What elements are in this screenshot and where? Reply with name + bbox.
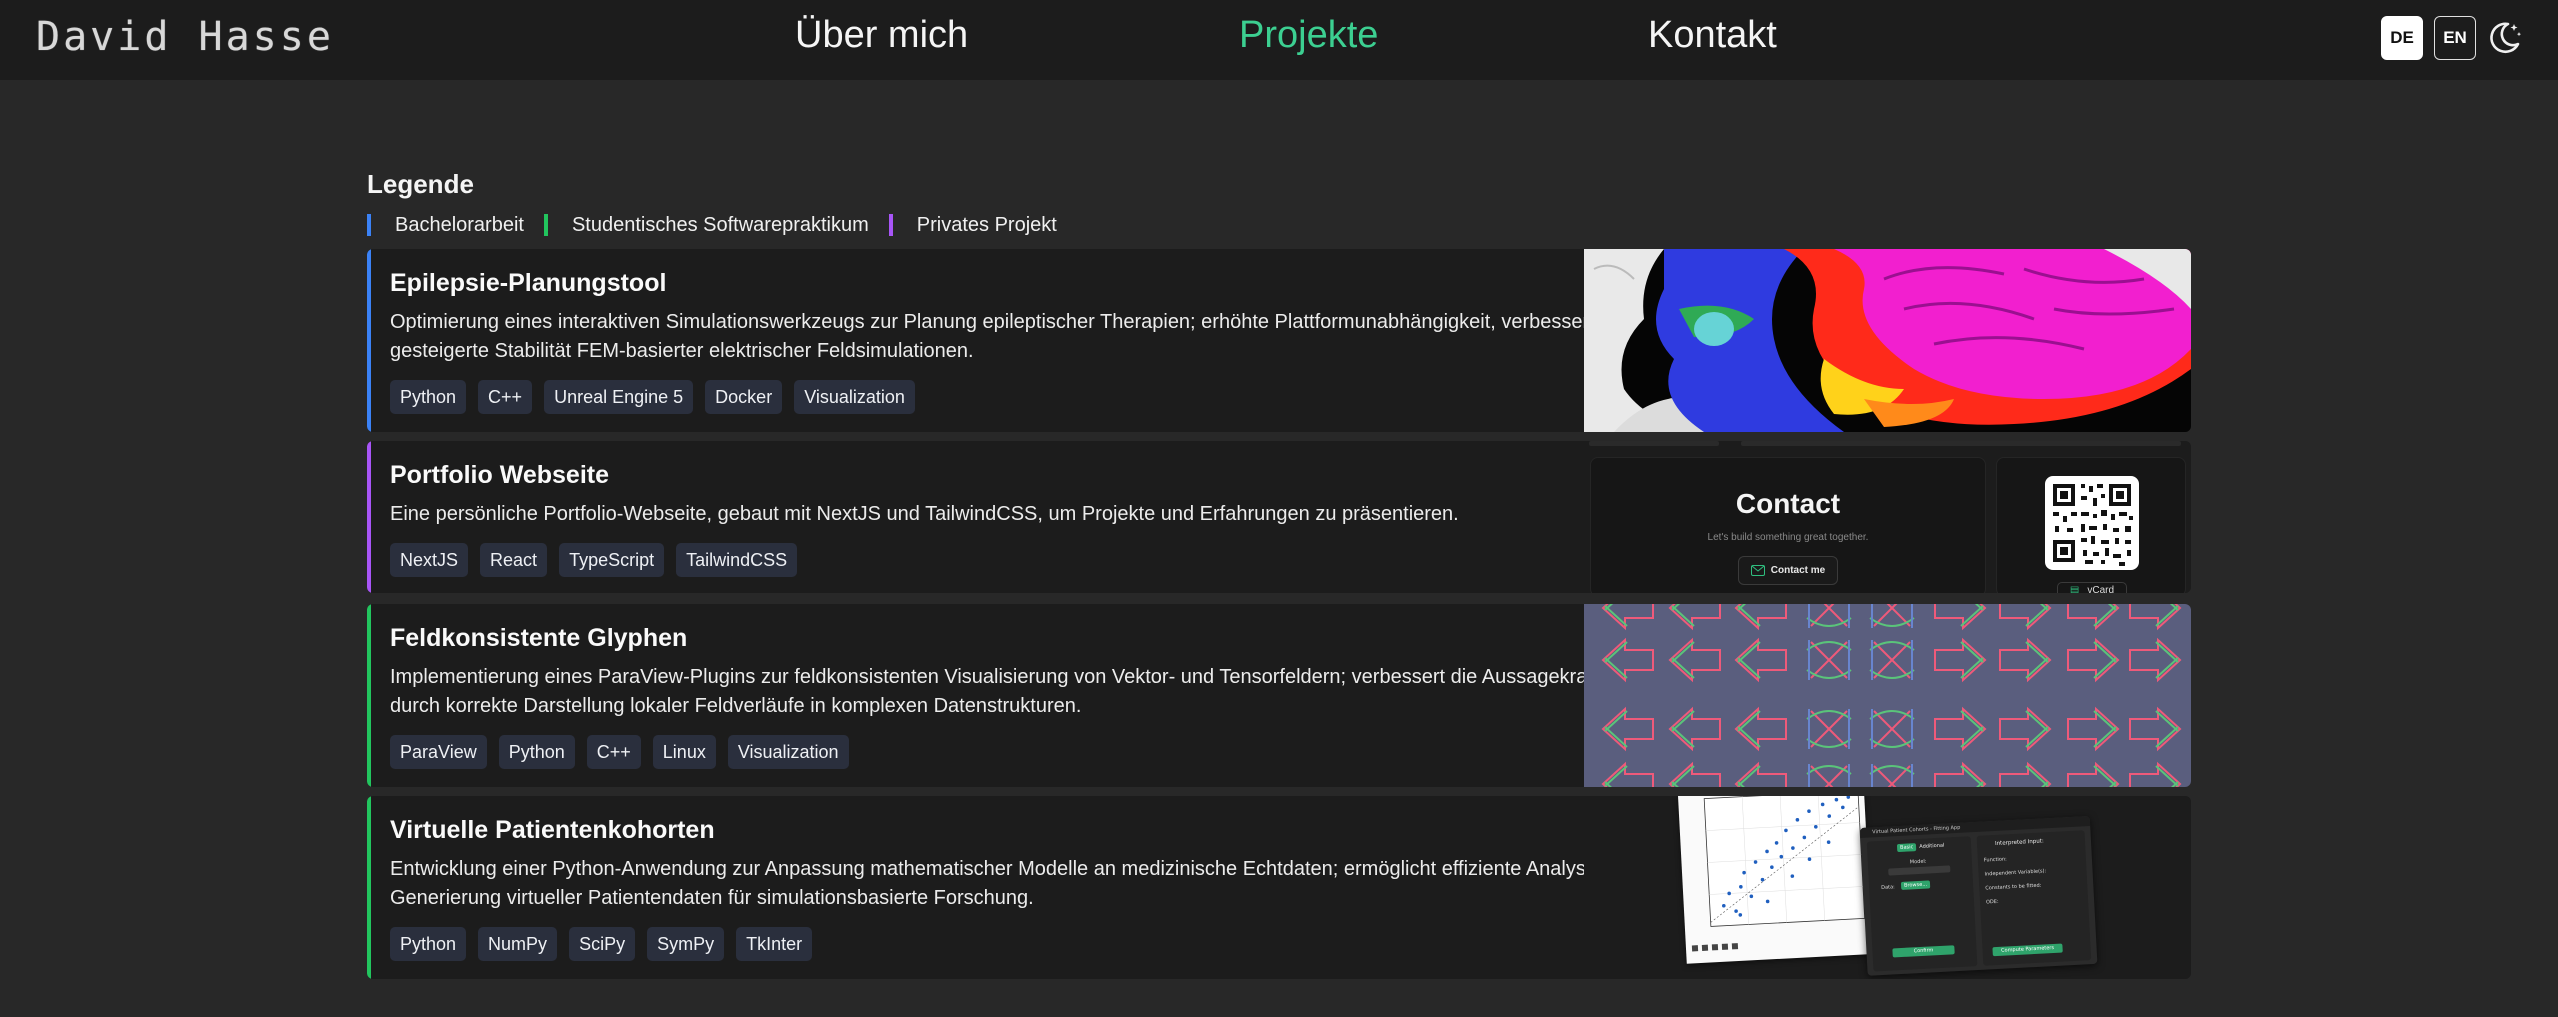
project-thumbnail-portfolio: Contact Let's build something great toge…: [1584, 441, 2191, 593]
tag: NextJS: [390, 543, 469, 577]
card-accent-bar: [367, 604, 371, 787]
preview-compute-button: Compute Parameters: [1992, 943, 2063, 957]
tag: TypeScript: [559, 543, 665, 577]
preview-independent-label: Independent Variable(s):: [1984, 868, 2047, 878]
site-logo[interactable]: David Hasse: [36, 14, 334, 60]
preview-function-label: Function:: [1983, 856, 2007, 864]
project-thumbnail-brain: [1584, 249, 2191, 432]
legend-color-bar: [888, 214, 893, 236]
project-thumbnail-glyphs: [1584, 604, 2191, 787]
preview-app-window: Virtual Patient Cohorts - Fitting App Ba…: [1860, 815, 2098, 976]
tag: C++: [586, 735, 641, 769]
tag: TkInter: [736, 927, 813, 961]
tag: Visualization: [794, 380, 915, 414]
legend-item-bachelor: Bachelorarbeit: [367, 214, 524, 237]
tag: Unreal Engine 5: [544, 380, 694, 414]
language-en-button[interactable]: EN: [2434, 16, 2476, 60]
tag: TailwindCSS: [676, 543, 798, 577]
tag: Python: [390, 927, 467, 961]
tag: SciPy: [569, 927, 636, 961]
project-thumbnail-fitting-app: Virtual Patient Cohorts - Fitting App Ba…: [1584, 796, 2191, 979]
tag: Visualization: [727, 735, 849, 769]
preview-tab-basic: Basic: [1896, 843, 1917, 853]
tag: Linux: [652, 735, 716, 769]
nav-link-contact[interactable]: Kontakt: [1648, 14, 1777, 57]
site-header: David Hasse Über mich Projekte Kontakt D…: [0, 0, 2558, 80]
language-de-button[interactable]: DE: [2381, 16, 2423, 60]
tag: NumPy: [478, 927, 558, 961]
preview-contact-button-label: Contact me: [1770, 565, 1826, 576]
preview-tab-additional: Additional: [1919, 842, 1945, 850]
theme-toggle-button[interactable]: [2484, 18, 2524, 58]
legend-label: Privates Projekt: [916, 213, 1057, 236]
card-accent-bar: [367, 441, 371, 593]
preview-data-label: Data:: [1881, 884, 1895, 891]
project-card-patient-cohorts[interactable]: Virtuelle Patientenkohorten Entwicklung …: [367, 796, 2191, 979]
tag: ParaView: [390, 735, 487, 769]
qr-code: [2045, 476, 2139, 570]
preview-browse-button: Browse...: [1900, 880, 1931, 890]
preview-contact-subtitle: Let's build something great together.: [1707, 532, 1869, 543]
tag: Python: [498, 735, 575, 769]
tag: Docker: [705, 380, 783, 414]
project-card-glyphs[interactable]: Feldkonsistente Glyphen Implementierung …: [367, 604, 2191, 787]
preview-ode-label: ODE:: [1985, 898, 1999, 906]
preview-model-label: Model:: [1909, 858, 1927, 866]
legend-label: Bachelorarbeit: [395, 213, 524, 236]
card-accent-bar: [367, 249, 371, 432]
legend-item-private: Privates Projekt: [888, 213, 1057, 237]
legend: Bachelorarbeit Studentisches Softwarepra…: [367, 212, 1077, 238]
preview-interpreted-label: Interpreted Input:: [1994, 838, 2044, 847]
preview-constants-label: Constants to be fitted:: [1985, 882, 2042, 892]
legend-item-software-practicum: Studentisches Softwarepraktikum: [543, 213, 869, 237]
tag: React: [480, 543, 548, 577]
preview-confirm-button: Confirm: [1892, 945, 1955, 958]
file-icon: ▤: [2069, 585, 2080, 593]
preview-contact-button: Contact me: [1738, 556, 1838, 585]
preview-vcard-button: ▤ vCard: [2057, 582, 2127, 593]
project-card-portfolio[interactable]: Portfolio Webseite Eine persönliche Port…: [367, 441, 2191, 593]
tag: SymPy: [647, 927, 725, 961]
legend-title: Legende: [367, 169, 474, 199]
moon-icon: [2490, 22, 2522, 54]
nav-link-about[interactable]: Über mich: [795, 14, 968, 57]
preview-vcard-label: vCard: [2087, 585, 2115, 593]
tag: C++: [478, 380, 533, 414]
preview-plot-window: [1678, 796, 1873, 964]
tag: Python: [390, 380, 467, 414]
legend-color-bar: [367, 214, 371, 236]
mail-icon: [1750, 565, 1765, 576]
nav-link-projects[interactable]: Projekte: [1239, 14, 1378, 57]
legend-label: Studentisches Softwarepraktikum: [571, 213, 869, 236]
preview-contact-heading: Contact: [1735, 488, 1841, 519]
card-accent-bar: [367, 796, 371, 979]
legend-color-bar: [543, 214, 548, 236]
project-card-epilepsy[interactable]: Epilepsie-Planungstool Optimierung eines…: [367, 249, 2191, 432]
